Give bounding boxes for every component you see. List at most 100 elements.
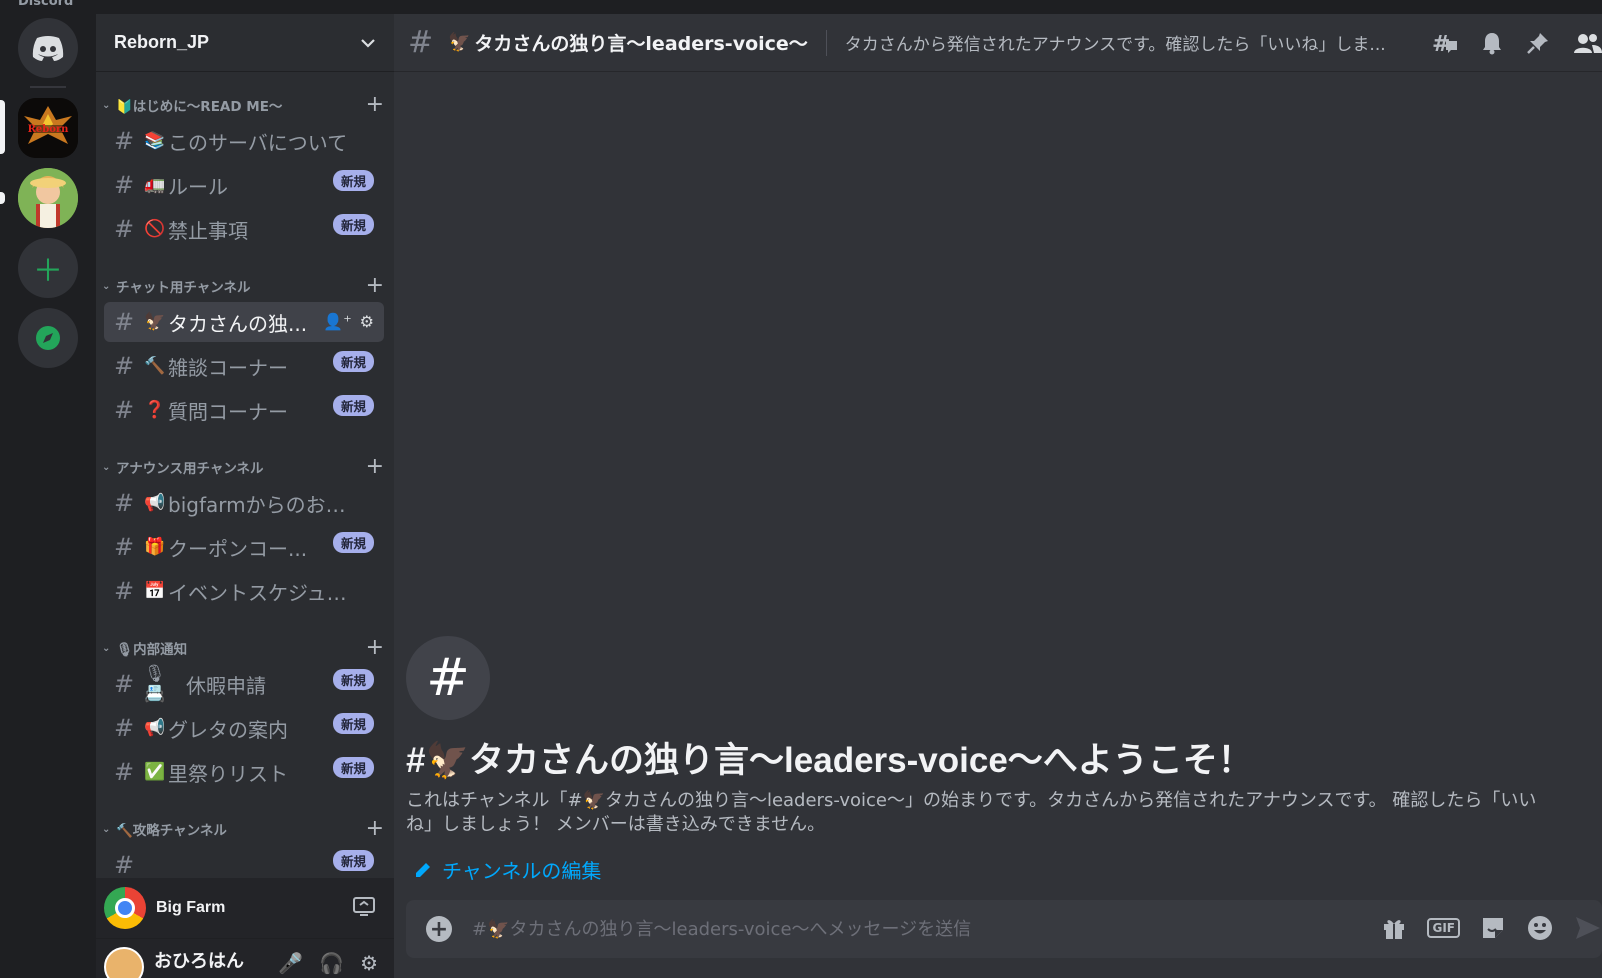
gear-icon[interactable]: ⚙ bbox=[360, 951, 378, 975]
chat-area: # 🦅 タカさんの独り言〜leaders-voice〜 タカさんから発信されたア… bbox=[394, 14, 1602, 978]
create-channel-icon[interactable]: + bbox=[366, 456, 384, 478]
channel-name: 里祭りリスト bbox=[168, 761, 288, 786]
avatar[interactable] bbox=[104, 947, 144, 978]
edit-channel-link[interactable]: チャンネルの編集 bbox=[406, 855, 1586, 884]
channel-event-schedule[interactable]: # 📅 イベントスケジュール bbox=[104, 571, 384, 611]
plus-icon: ＋ bbox=[33, 254, 63, 289]
category-label: 🔰はじめに〜READ ME〜 bbox=[116, 99, 283, 115]
channel-prohibited[interactable]: # 🚫 禁止事項 新規 bbox=[104, 209, 384, 249]
reborn-server-icon: Reborn bbox=[18, 98, 78, 158]
screen-share-icon[interactable] bbox=[352, 896, 376, 918]
channel-name: 休暇申請 bbox=[186, 673, 266, 698]
server-reborn[interactable]: Reborn bbox=[18, 98, 78, 158]
channel-name: bigfarmからのおし... bbox=[168, 492, 358, 517]
message-input[interactable] bbox=[472, 918, 1272, 940]
hash-icon: # bbox=[114, 670, 135, 698]
channel-leaders-voice[interactable]: # 🦅 タカさんの独... 👤⁺ ⚙ bbox=[104, 302, 384, 342]
category-strategy[interactable]: ⌄ 🔨攻略チャンネル + bbox=[102, 818, 384, 840]
hash-icon: # bbox=[114, 577, 135, 605]
category-announcements[interactable]: ⌄ アナウンス用チャンネル + bbox=[102, 456, 384, 478]
new-badge: 新規 bbox=[332, 170, 374, 191]
new-badge: 新規 bbox=[332, 214, 374, 235]
hash-icon: # bbox=[114, 352, 135, 380]
server-bigfarm[interactable] bbox=[18, 168, 78, 228]
chevron-down-icon: ⌄ bbox=[102, 642, 111, 654]
channel-leave-request[interactable]: # 🎙📇 休暇申請 新規 bbox=[104, 664, 384, 704]
channel-chat-corner[interactable]: # 🔨 雑談コーナー 新規 bbox=[104, 346, 384, 386]
create-channel-icon[interactable]: + bbox=[366, 818, 384, 840]
rail-separator bbox=[30, 86, 66, 88]
channel-name: 禁止事項 bbox=[168, 218, 248, 243]
mute-microphone-icon[interactable]: 🎤 bbox=[278, 951, 303, 975]
channel-emoji: 🎁 bbox=[144, 537, 166, 557]
category-readme[interactable]: ⌄ 🔰はじめに〜READ ME〜 + bbox=[102, 94, 384, 116]
channel-name: このサーバについて bbox=[168, 130, 348, 155]
member-list-icon[interactable] bbox=[1572, 31, 1602, 55]
gift-icon[interactable] bbox=[1381, 915, 1407, 941]
channel-about-server[interactable]: # 📚 このサーバについて bbox=[104, 121, 384, 161]
home-button[interactable] bbox=[18, 18, 78, 78]
channel-rules[interactable]: # 🚛 ルール 新規 bbox=[104, 165, 384, 205]
explore-servers-button[interactable] bbox=[18, 308, 78, 368]
compass-icon bbox=[36, 326, 60, 350]
channel-bigfarm-news[interactable]: # 📢 bigfarmからのおし... bbox=[104, 483, 384, 523]
threads-icon[interactable]: # bbox=[1432, 31, 1458, 55]
category-internal[interactable]: ⌄ 🎙内部通知 + bbox=[102, 637, 384, 659]
new-badge: 新規 bbox=[332, 850, 374, 871]
channel-questions[interactable]: # ❓ 質問コーナー 新規 bbox=[104, 390, 384, 430]
channel-name: クーポンコー... bbox=[168, 536, 308, 561]
emoji-icon[interactable] bbox=[1526, 914, 1554, 942]
hash-icon: # bbox=[114, 714, 135, 742]
channel-emoji: 🚛 bbox=[144, 175, 166, 195]
channel-emoji: 📢 bbox=[144, 718, 166, 738]
channel-emoji: 🦅 bbox=[144, 312, 166, 332]
activity-panel: Big Farm bbox=[96, 878, 394, 938]
active-server-indicator bbox=[0, 100, 5, 154]
invite-member-icon[interactable]: 👤⁺ bbox=[323, 312, 351, 331]
unread-server-indicator bbox=[0, 192, 5, 204]
hash-icon: # bbox=[114, 171, 135, 199]
gear-icon[interactable]: ⚙ bbox=[360, 312, 374, 331]
divider bbox=[825, 29, 827, 56]
chevron-down-icon: ⌄ bbox=[102, 461, 111, 473]
pencil-icon bbox=[416, 862, 430, 877]
add-server-button[interactable]: ＋ bbox=[18, 238, 78, 298]
hash-icon: # bbox=[114, 533, 135, 561]
channel-emoji: 🎙📇 bbox=[144, 664, 166, 704]
create-channel-icon[interactable]: + bbox=[366, 275, 384, 297]
channel-partial[interactable]: # 新規 bbox=[104, 845, 384, 878]
user-name: おひろはん bbox=[154, 951, 244, 972]
channel-greta-guide[interactable]: # 📢 グレタの案内 新規 bbox=[104, 708, 384, 748]
svg-text:Reborn: Reborn bbox=[28, 124, 70, 135]
channel-sidebar: Reborn_JP ⌄ 🔰はじめに〜READ ME〜 + # 📚 このサーバにつ… bbox=[96, 14, 394, 978]
new-badge: 新規 bbox=[332, 757, 374, 778]
hash-icon: # bbox=[114, 215, 135, 243]
category-label: チャット用チャンネル bbox=[116, 280, 251, 296]
headphones-icon[interactable]: 🎧 bbox=[319, 951, 344, 975]
channel-emoji: 🚫 bbox=[144, 219, 166, 239]
attach-plus-icon[interactable]: + bbox=[426, 916, 452, 942]
channel-name: イベントスケジュール bbox=[168, 580, 358, 605]
create-channel-icon[interactable]: + bbox=[366, 94, 384, 116]
guild-name: Reborn_JP bbox=[114, 32, 210, 52]
channel-emoji: 🦅 bbox=[448, 32, 471, 53]
pin-icon[interactable] bbox=[1526, 31, 1550, 55]
channel-topic[interactable]: タカさんから発信されたアナウンスです。確認したら「いいね」しま... bbox=[845, 30, 1405, 55]
new-badge: 新規 bbox=[332, 669, 374, 690]
create-channel-icon[interactable]: + bbox=[366, 637, 384, 659]
chrome-icon bbox=[104, 887, 146, 929]
guild-header[interactable]: Reborn_JP bbox=[96, 14, 394, 72]
channel-title: タカさんの独り言〜leaders-voice〜 bbox=[474, 33, 808, 55]
hash-icon: # bbox=[114, 489, 135, 517]
sticker-icon[interactable] bbox=[1480, 915, 1506, 941]
edit-channel-label: チャンネルの編集 bbox=[442, 859, 602, 883]
gif-icon[interactable]: GIF bbox=[1427, 918, 1460, 938]
category-chat[interactable]: ⌄ チャット用チャンネル + bbox=[102, 275, 384, 297]
channel-village-festival[interactable]: # ✅ 里祭りリスト 新規 bbox=[104, 752, 384, 792]
hash-icon: # bbox=[114, 758, 135, 786]
hash-icon: # bbox=[114, 851, 135, 878]
send-icon[interactable] bbox=[1574, 915, 1602, 941]
bell-icon[interactable] bbox=[1480, 31, 1504, 55]
channel-coupon-codes[interactable]: # 🎁 クーポンコー... 新規 bbox=[104, 527, 384, 567]
window-titlebar: Discord bbox=[0, 0, 1602, 14]
